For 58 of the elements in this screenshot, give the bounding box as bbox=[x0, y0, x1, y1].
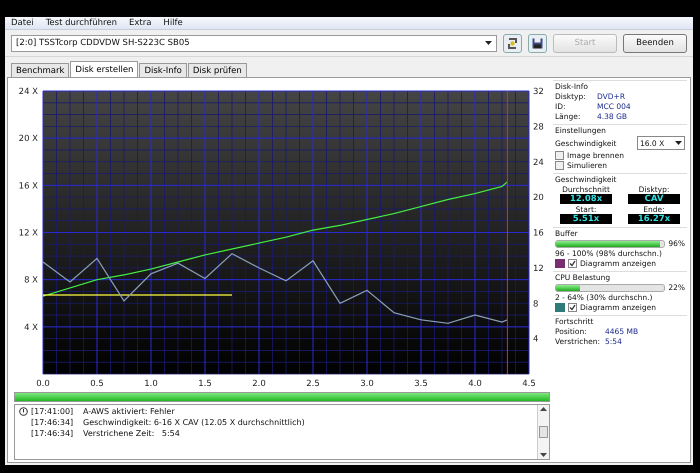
axis-label: 20 bbox=[533, 193, 544, 204]
axis-label: 1.0 bbox=[144, 379, 158, 389]
axis-label: 3.0 bbox=[360, 379, 374, 389]
axis-label: 4 X bbox=[24, 322, 38, 333]
stat-display: 12.08x bbox=[560, 194, 612, 204]
checkbox[interactable] bbox=[555, 151, 564, 160]
axis-label: 4.5 bbox=[522, 379, 536, 389]
axis-label: 2.0 bbox=[252, 379, 266, 389]
stat-display: CAV bbox=[628, 194, 680, 204]
axis-label: 8 X bbox=[24, 276, 38, 286]
axis-label: 16 bbox=[533, 228, 544, 238]
axis-label: 24 bbox=[533, 158, 544, 168]
arrows-icon bbox=[506, 36, 519, 50]
axis-label: 12 bbox=[533, 264, 544, 274]
drive-select[interactable]: [2:0] TSSTcorp CDDVDW SH-S223C SB05 bbox=[11, 34, 497, 52]
axis-label: 3.5 bbox=[414, 379, 428, 389]
checkbox[interactable] bbox=[555, 161, 564, 170]
axis-label: 16 X bbox=[18, 181, 38, 192]
caret-icon bbox=[675, 141, 682, 145]
log-message: Verstrichene Zeit: 5:54 bbox=[83, 429, 181, 438]
axis-label: 4 bbox=[533, 334, 538, 345]
tab[interactable]: Benchmark bbox=[11, 63, 70, 77]
axis-label: 4.0 bbox=[468, 379, 482, 389]
log-time: [17:41:00] bbox=[31, 407, 74, 416]
stat-display: 5.51x bbox=[560, 214, 612, 224]
axis-label: 8 bbox=[533, 299, 538, 310]
axis-label: 1.5 bbox=[198, 379, 212, 389]
axis-label: 28 bbox=[533, 122, 544, 132]
log-message: Geschwindigkeit: 6-16 X CAV (12.05 X durchschnittlich) bbox=[83, 418, 306, 427]
caret-icon bbox=[485, 41, 492, 45]
axis-label: 2.5 bbox=[306, 379, 320, 389]
axis-label: 24 X bbox=[18, 87, 38, 97]
quit-button[interactable]: Beenden bbox=[623, 34, 687, 52]
refresh-button[interactable] bbox=[503, 34, 522, 52]
checkbox[interactable] bbox=[568, 303, 577, 312]
axis-label: 0.0 bbox=[36, 379, 50, 389]
tab[interactable]: Disk prüfen bbox=[188, 63, 247, 77]
tab[interactable]: Disk erstellen bbox=[70, 61, 138, 77]
log-time: [17:46:34] bbox=[31, 429, 74, 438]
drive-text: [2:0] TSSTcorp CDDVDW SH-S223C SB05 bbox=[16, 38, 190, 48]
axis-label: 20 X bbox=[18, 134, 38, 144]
scrollbar[interactable] bbox=[537, 405, 549, 459]
menu-item[interactable]: Test durchführen bbox=[46, 18, 117, 28]
menu-item[interactable]: Extra bbox=[128, 18, 152, 28]
axis-label: 32 bbox=[533, 87, 544, 97]
axis-label: 12 X bbox=[18, 228, 38, 238]
log-time: [17:46:34] bbox=[31, 418, 74, 427]
axis-label: 0.5 bbox=[90, 379, 104, 389]
checkbox[interactable] bbox=[568, 259, 577, 268]
scroll-down-icon[interactable] bbox=[540, 453, 547, 457]
tab[interactable]: Disk-Info bbox=[139, 63, 187, 77]
info-icon bbox=[19, 407, 28, 416]
save-button[interactable] bbox=[528, 34, 547, 52]
log-message: A-AWS aktiviert: Fehler bbox=[83, 407, 176, 416]
stat-display: 16.27x bbox=[628, 214, 680, 224]
menu-item[interactable]: Hilfe bbox=[163, 18, 183, 28]
menu-item[interactable]: Datei bbox=[11, 18, 34, 28]
scroll-up-icon[interactable] bbox=[540, 407, 547, 411]
